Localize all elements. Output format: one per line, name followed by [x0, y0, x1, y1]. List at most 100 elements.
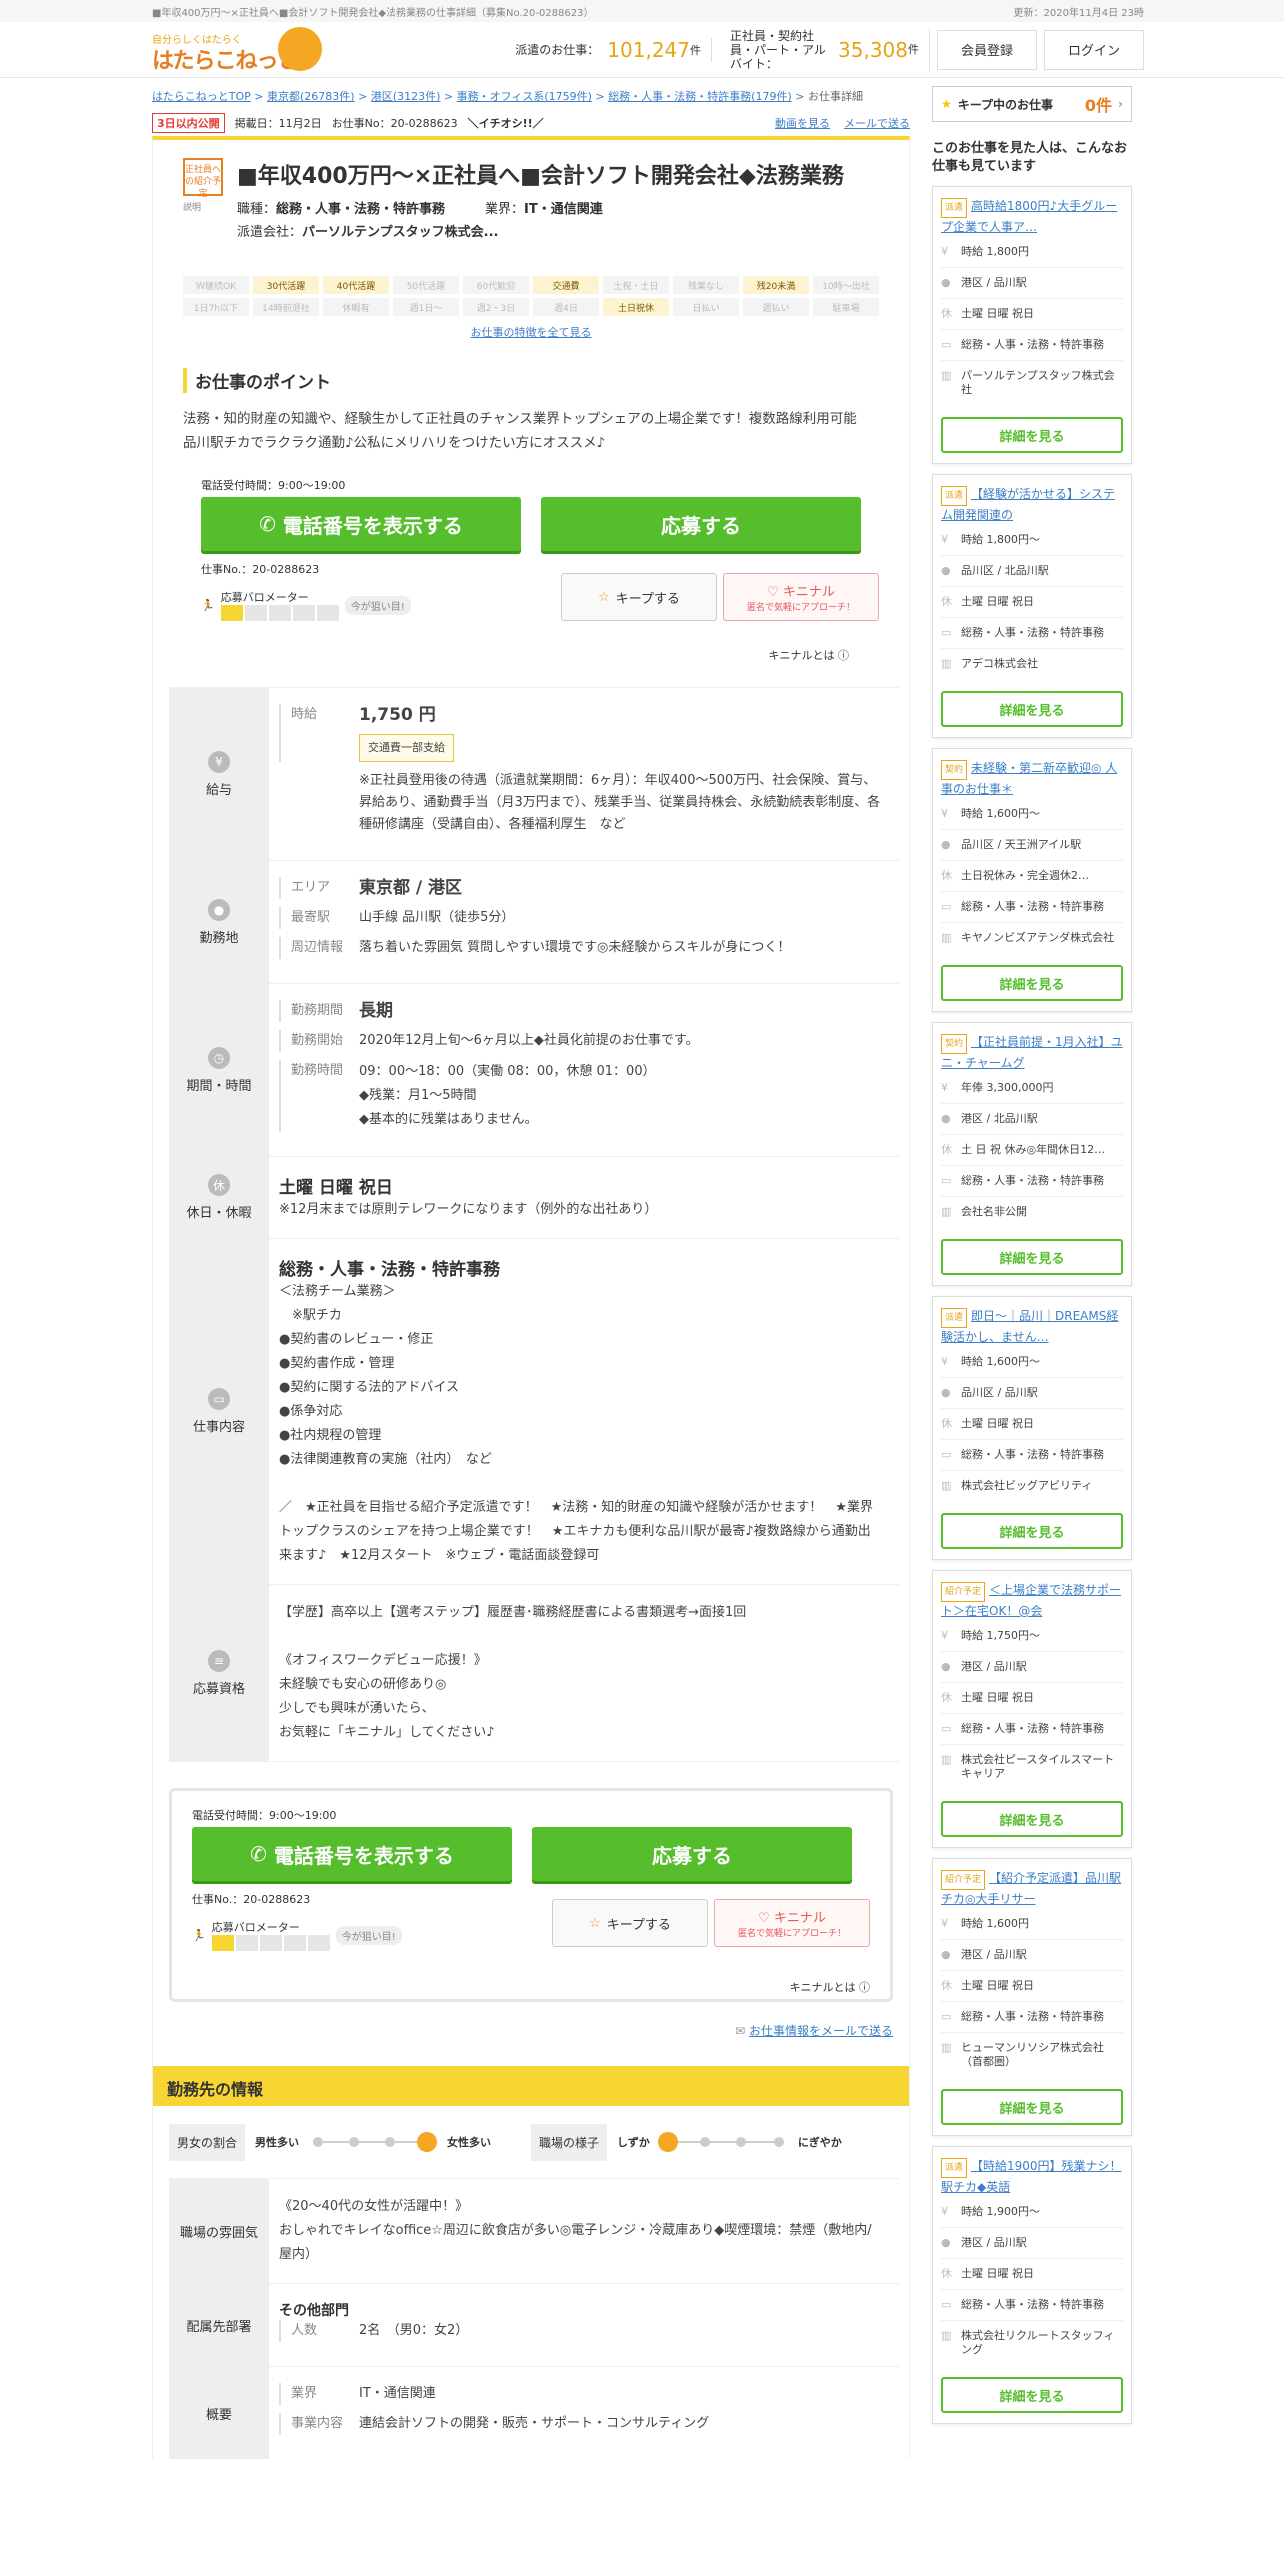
related-place: 品川区 / 天王洲アイル駅 — [961, 838, 1082, 851]
kininal-help-link[interactable]: キニナルとは ⓘ — [769, 647, 850, 663]
tag-help-link[interactable]: 説明 — [183, 200, 223, 213]
related-days: 土 日 祝 休み◎年間休日12… — [961, 1143, 1106, 1156]
kininal-button-2[interactable]: ♡ キニナル 匿名で気軽にアプローチ！ — [714, 1899, 870, 1947]
map-pin-icon: ● — [941, 2236, 951, 2249]
job-number: お仕事No：20-0288623 — [331, 117, 458, 130]
breadcrumb-tokyo[interactable]: 東京都(26783件) — [267, 90, 355, 103]
related-job-title[interactable]: 未経験・第二新卒歓迎◎ 人事のお仕事＊ — [941, 761, 1117, 796]
question-icon: ⓘ — [859, 1981, 870, 1994]
keep-button[interactable]: ☆ キープする — [561, 573, 717, 621]
kininal-help-link-2[interactable]: キニナルとは ⓘ — [790, 1979, 871, 1995]
fulltime-count[interactable]: 正社員・契約社員・パート・アルバイト： 35,308 件 — [720, 28, 930, 71]
briefcase-icon: ▭ — [941, 2298, 952, 2311]
job-type-tag: 派遣 — [941, 1308, 968, 1328]
related-job-title[interactable]: 即日～｜品川｜DREAMS経験活かし、ません… — [941, 1309, 1118, 1344]
related-detail-button[interactable]: 詳細を見る — [941, 2377, 1123, 2413]
feature-chip: 週2・3日 — [463, 298, 529, 316]
yen-icon: ¥ — [941, 807, 948, 820]
breadcrumb-minato[interactable]: 港区(3123件) — [371, 90, 441, 103]
star-icon: ☆ — [598, 589, 610, 605]
related-detail-button[interactable]: 詳細を見る — [941, 965, 1123, 1001]
related-detail-button[interactable]: 詳細を見る — [941, 2089, 1123, 2125]
breadcrumb-category[interactable]: 総務・人事・法務・特許事務(179件) — [608, 90, 792, 103]
related-job-title[interactable]: 【時給1900円】残業ナシ！駅チカ◆英語 — [941, 2159, 1122, 2194]
login-button[interactable]: ログイン — [1044, 29, 1144, 70]
site-logo[interactable]: 自分らしくはたらく はたらこねっと — [152, 25, 332, 75]
related-detail-button[interactable]: 詳細を見る — [941, 1239, 1123, 1275]
runner-icon: 🏃 — [201, 598, 215, 612]
feature-chip: 休暇有 — [323, 298, 389, 316]
feature-chip: 残業なし — [673, 276, 739, 294]
related-job-card: 派遣 即日～｜品川｜DREAMS経験活かし、ません… ¥ 時給 1,600円～ ● 品川区… — [932, 1296, 1132, 1560]
related-job-title[interactable]: 【正社員前提・1月入社】ユニ・チャームグ — [941, 1035, 1123, 1070]
building-icon: ▥ — [941, 1479, 952, 1492]
mail-link[interactable]: メールで送る — [844, 115, 910, 131]
show-phone-button-2[interactable]: ✆ 電話番号を表示する — [192, 1827, 512, 1881]
holiday-icon: 休 — [941, 595, 952, 608]
related-job-card: 派遣 高時給1800円♪大手グループ企業で人事ア… ¥ 時給 1,800円 ● 港区 / … — [932, 186, 1132, 464]
show-all-features-link[interactable]: お仕事の特徴を全て見る — [471, 326, 592, 339]
job-title: ■年収400万円～×正社員へ■会計ソフト開発会社◆法務業務 — [237, 164, 844, 189]
job-title-area: 正社員への紹介予定 説明 ■年収400万円～×正社員へ■会計ソフト開発会社◆法務… — [153, 140, 909, 240]
star-icon: ☆ — [589, 1915, 601, 1931]
cta-block-top: 電話受付時間：9:00～19:00 ✆ 電話番号を表示する 応募する 仕事No.… — [201, 477, 879, 667]
related-days: 土曜 日曜 祝日 — [961, 1417, 1034, 1430]
atmosphere-text: 《20～40代の女性が活躍中！》 おしゃれでキレイなoffice☆周辺に飲食店が… — [279, 2199, 872, 2262]
surroundings: 落ち着いた雰囲気 質問しやすい環境です◎未経験からスキルが身につく！ — [359, 940, 791, 955]
holiday-icon: 休 — [941, 307, 952, 320]
map-pin-icon: ● — [941, 276, 951, 289]
breadcrumb-current: お仕事詳細 — [807, 90, 863, 103]
related-job-title[interactable]: 高時給1800円♪大手グループ企業で人事ア… — [941, 199, 1117, 234]
related-pay: 時給 1,750円～ — [961, 1629, 1040, 1642]
feature-chip: 1日7h以下 — [183, 298, 249, 316]
related-category: 総務・人事・法務・特許事務 — [961, 2010, 1104, 2023]
related-detail-button[interactable]: 詳細を見る — [941, 1513, 1123, 1549]
salary-note: ※正社員登用後の待遇（派遣就業期間：6ヶ月）：年収400～500万円、社会保険、… — [359, 773, 881, 832]
video-link[interactable]: 動画を見る — [775, 115, 830, 131]
related-job-card: 派遣 【時給1900円】残業ナシ！駅チカ◆英語 ¥ 時給 1,900円～ ● 港区 / 品… — [932, 2146, 1132, 2424]
feature-chip: 60代歓迎 — [463, 276, 529, 294]
keep-list-button[interactable]: ★ キープ中のお仕事 0件 › — [932, 86, 1132, 122]
show-phone-button[interactable]: ✆ 電話番号を表示する — [201, 497, 521, 551]
breadcrumb-top[interactable]: はたらこねっとTOP — [152, 90, 251, 103]
main-column: はたらこねっとTOP > 東京都(26783件) > 港区(3123件) > 事… — [152, 78, 910, 2459]
breadcrumb: はたらこねっとTOP > 東京都(26783件) > 港区(3123件) > 事… — [152, 90, 863, 103]
mail-icon: ✉ — [735, 2024, 746, 2038]
register-button[interactable]: 会員登録 — [937, 29, 1037, 70]
keep-button-2[interactable]: ☆ キープする — [552, 1899, 708, 1947]
apply-button[interactable]: 応募する — [541, 497, 861, 551]
related-detail-button[interactable]: 詳細を見る — [941, 417, 1123, 453]
point-heading: お仕事のポイント — [183, 368, 879, 393]
area: 東京都 / 港区 — [359, 878, 463, 898]
salary-row: ¥ 給与 時給 1,750 円交通費一部支給 ※正社員登用後の待遇（派遣就業期間：6… — [169, 687, 899, 860]
related-job-title[interactable]: 【経験が活かせる】システム開発関連の — [941, 487, 1115, 522]
related-detail-button[interactable]: 詳細を見る — [941, 691, 1123, 727]
send-mail-link[interactable]: お仕事情報をメールで送る — [749, 2024, 893, 2038]
dispatch-count[interactable]: 派遣のお仕事： 101,247 件 — [505, 37, 712, 62]
chevron-right-icon: › — [1118, 97, 1123, 111]
business-content: 連結会計ソフトの開発・販売・サポート・コンサルティング — [359, 2416, 710, 2431]
apply-button-2[interactable]: 応募する — [532, 1827, 852, 1881]
work-title: 総務・人事・法務・特許事務 — [279, 1260, 500, 1280]
related-detail-button[interactable]: 詳細を見る — [941, 1801, 1123, 1837]
breadcrumb-office[interactable]: 事務・オフィス系(1759件) — [457, 90, 592, 103]
gender-ratio-slider — [313, 2132, 438, 2152]
related-place: 港区 / 品川駅 — [961, 1948, 1027, 1961]
yen-icon: ¥ — [941, 1917, 948, 1930]
briefcase-icon: ▭ — [941, 626, 952, 639]
related-category: 総務・人事・法務・特許事務 — [961, 2298, 1104, 2311]
related-place: 港区 / 品川駅 — [961, 276, 1027, 289]
pick-label: ＼イチオシ!!／ — [467, 117, 544, 130]
feature-chip: 40代活躍 — [323, 276, 389, 294]
feature-chip: 土日祝休 — [603, 298, 669, 316]
related-company: キヤノンビズアテンダ株式会社 — [961, 931, 1115, 944]
related-category: 総務・人事・法務・特許事務 — [961, 1174, 1104, 1187]
posted-date: 掲載日：11月2日 — [234, 117, 322, 130]
map-pin-icon: ● — [941, 1386, 951, 1399]
yen-icon: ¥ — [941, 1629, 948, 1642]
barometer-hint: 今が狙い目! — [344, 595, 411, 615]
feature-chip: 50代活躍 — [393, 276, 459, 294]
building-icon: ▥ — [941, 369, 952, 382]
related-category: 総務・人事・法務・特許事務 — [961, 626, 1104, 639]
kininal-button[interactable]: ♡ キニナル 匿名で気軽にアプローチ！ — [723, 573, 879, 621]
